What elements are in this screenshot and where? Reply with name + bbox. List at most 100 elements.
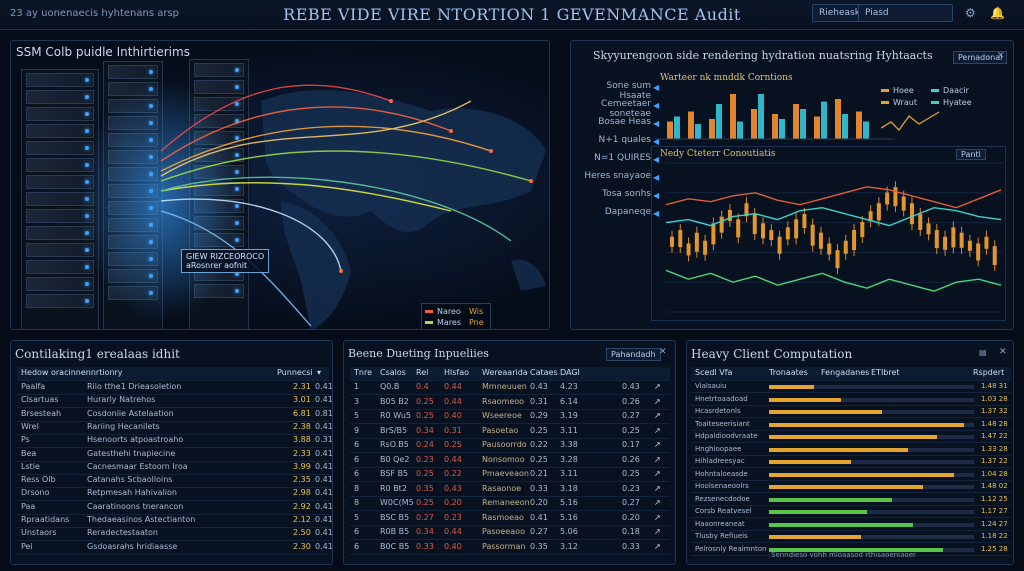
row-cell: 0.23 bbox=[416, 454, 434, 464]
side-legend-item: Hoee bbox=[881, 86, 914, 95]
header-cell[interactable]: Tronaates bbox=[769, 368, 808, 377]
row-name: Drsono bbox=[21, 488, 50, 498]
mini-bars-svg bbox=[655, 94, 895, 140]
row-value: 2.30 bbox=[293, 541, 311, 551]
mini-bar-orange bbox=[793, 104, 799, 139]
table-row[interactable]: Hcasrdetonls 1.37 32 bbox=[691, 406, 1011, 418]
row-cell: 0.41 bbox=[530, 512, 548, 522]
table-row[interactable]: Pei Gsdoasrahs hridiaasse 2.30 0.41 bbox=[17, 541, 333, 555]
row-value: 2.92 bbox=[293, 501, 311, 511]
table-row[interactable]: Tlusby Refiueis 1.18 22 bbox=[691, 531, 1011, 543]
header-cell[interactable]: DAGI bbox=[560, 368, 580, 377]
row-cell: 0.25 bbox=[416, 469, 434, 478]
table-row[interactable]: Unstaors Reradectestaaton 2.50 0.41 bbox=[17, 527, 333, 542]
row-cell: 5.06 bbox=[560, 527, 578, 536]
table-row[interactable]: Hnetrtoaadoad 1.03 28 bbox=[691, 394, 1011, 406]
row-label: Hohntaloeasde bbox=[695, 469, 748, 478]
table-row[interactable]: Ress Olb Catanahs Scbaolloins 2.35 0.41 bbox=[17, 474, 333, 489]
close-icon[interactable]: ✕ bbox=[997, 51, 1005, 61]
table-row[interactable]: 5 BSC B5 0.27 0.23 Rasmoeao 0.41 5.16 0.20 ↗ bbox=[350, 512, 670, 526]
table-row[interactable]: 8 W0C(M5 0.25 0.20 Remaneeon 0.20 5.16 0.27 ↗ bbox=[350, 497, 670, 511]
table-row[interactable]: Hnghioopaee 1.33 28 bbox=[691, 444, 1011, 456]
bell-icon[interactable]: 🔔 bbox=[990, 6, 1005, 20]
header-cell[interactable]: Csalos bbox=[380, 368, 406, 377]
header-cell[interactable]: Rspdert bbox=[973, 368, 1004, 377]
row-cell: 0.40 bbox=[444, 541, 462, 551]
header-cell[interactable]: Wereaarida bbox=[482, 368, 528, 377]
table-row[interactable]: Bea Gatesthehi tnapiecine 2.33 0.41 bbox=[17, 448, 333, 462]
row-value: 2.98 bbox=[293, 488, 311, 498]
table-row[interactable]: Hohntaloeasde 1.04 28 bbox=[691, 469, 1011, 481]
table-row[interactable]: Hihladreesyac 1.37 22 bbox=[691, 456, 1011, 468]
table-row[interactable]: Lstie Cacnesmaar Estoorn Iroa 3.99 0.41 bbox=[17, 461, 333, 475]
row-label: Hihladreesyac bbox=[695, 457, 745, 465]
header-cell[interactable]: Fengadanes bbox=[821, 368, 869, 377]
table-row[interactable]: Corsb Reatvesel 1.17 27 bbox=[691, 506, 1011, 518]
table-row[interactable]: 6 B0 Qe2 0.23 0.44 Nonsomoo 0.25 3.28 0.26 ↗ bbox=[350, 454, 670, 468]
table-row[interactable]: 6 R0B B5 0.34 0.44 Pasoeeaoo 0.27 5.06 0.18 ↗ bbox=[350, 526, 670, 540]
row-description: Cacnesmaar Estoorn Iroa bbox=[87, 461, 188, 471]
row-description: Thedaeasinos Astectianton bbox=[87, 515, 196, 524]
table-row[interactable]: Rpraatidans Thedaeasinos Astectianton 2.12… bbox=[17, 514, 333, 528]
close-icon[interactable]: ✕ bbox=[659, 347, 667, 357]
row-value-secondary: 0.41 bbox=[315, 448, 333, 458]
table-row[interactable]: Hoolsenaeoolrs 1.48 02 bbox=[691, 481, 1011, 493]
query-label: Dapaneqe bbox=[604, 207, 651, 217]
table-row[interactable]: Haaonreaneat 1.24 27 bbox=[691, 519, 1011, 531]
table-row[interactable]: Rezsenecdodoe 1.12 25 bbox=[691, 494, 1011, 506]
table-row[interactable]: 6 B0C B5 0.33 0.40 Passorman 0.35 3.12 0.33 ↗ bbox=[350, 541, 670, 555]
query-label: N=1 QUIRES bbox=[594, 153, 651, 163]
db-queries-panel: Beene Dueting Inpueliies Pahandadh ✕ Tnr… bbox=[343, 340, 676, 565]
table-row[interactable]: 6 RsO.B5 0.24 0.25 Pausoorrdo 0.22 3.38 0.17 ↗ bbox=[350, 439, 670, 453]
compute-table: Scedl Vfa Tronaates Fengadanes ETIbret Rspde… bbox=[691, 367, 1011, 562]
search-field[interactable]: Piasd bbox=[858, 4, 953, 22]
mini-bar-orange bbox=[772, 114, 778, 139]
table-header: Tnre Csalos Rel Hlsfao Wereaarida Cataes DAGI bbox=[350, 367, 670, 381]
table-row[interactable]: Drsono Retpmesah Hahivalion 2.98 0.41 bbox=[17, 487, 333, 502]
header-cell[interactable]: ETIbret bbox=[871, 368, 900, 377]
table-row[interactable]: 1 Q0.B 0.4 0.44 Mmneuuen 0.43 4.23 0.43 ↗ bbox=[350, 381, 670, 395]
progress-fill bbox=[769, 485, 923, 489]
row-name: Paalfa bbox=[21, 382, 46, 391]
table-row[interactable]: Ps Hsenoorts atpoastroaho 3.88 0.31 bbox=[17, 434, 333, 449]
progress-fill bbox=[769, 435, 938, 439]
header-cell[interactable]: Cataes bbox=[530, 368, 558, 377]
table-row[interactable]: 9 BrS/B5 0.34 0.31 Pasoetao 0.25 3.11 0.25 ↗ bbox=[350, 425, 670, 439]
table-row[interactable]: 8 R0 Bt2 0.35 0.43 Rasaonoe 0.33 3.18 0.23 ↗ bbox=[350, 483, 670, 497]
table-row[interactable]: Paalfa Rilo tthe1 Drieasoletion 2.31 0.41 bbox=[17, 381, 333, 395]
candle-body bbox=[835, 250, 840, 269]
close-icon[interactable]: ✕ bbox=[999, 347, 1007, 357]
row-value: 1.47 22 bbox=[981, 432, 1008, 440]
table-row[interactable]: Vialsauiu 1.48 31 bbox=[691, 381, 1011, 393]
header-cell[interactable]: Scedl Vfa bbox=[695, 368, 732, 377]
mini-bar-teal bbox=[716, 104, 722, 139]
candle-body bbox=[893, 187, 898, 207]
query-label: Bosae Heas bbox=[598, 117, 651, 127]
row-cell: 6.14 bbox=[560, 396, 578, 406]
table-row[interactable]: Paa Caaratinoons tnerancon 2.92 0.41 bbox=[17, 501, 333, 515]
row-value-secondary: 0.41 bbox=[315, 515, 333, 524]
row-value: 1.03 28 bbox=[981, 394, 1008, 403]
legend-value: PN bbox=[469, 329, 480, 330]
row-cell: 0.35 bbox=[530, 541, 548, 551]
arrow-icon: ↗ bbox=[654, 541, 661, 551]
table-row[interactable]: 6 BSF B5 0.25 0.22 Pmaeveaon 0.21 3.11 0.25 ↗ bbox=[350, 468, 670, 482]
settings-icon[interactable]: ⚙ bbox=[965, 6, 976, 20]
header-cell[interactable]: Hlsfao bbox=[444, 368, 469, 377]
expand-icon[interactable]: ▤ bbox=[979, 348, 987, 357]
table-row[interactable]: 5 R0 Wu5 0.25 0.40 Wseereoe 0.29 3.19 0.27 ↗ bbox=[350, 410, 670, 424]
header-cell[interactable]: Tnre bbox=[354, 368, 372, 377]
row-cell: Pausoorrdo bbox=[482, 440, 527, 449]
header-cell[interactable]: Rel bbox=[416, 368, 428, 377]
db-filter-button[interactable]: Pahandadh bbox=[606, 348, 661, 361]
row-cell: 0.25 bbox=[530, 425, 548, 435]
table-row[interactable]: Wrel Rariing Hecanilets 2.38 0.41 bbox=[17, 421, 333, 435]
row-value: 3.01 bbox=[293, 395, 311, 405]
table-row[interactable]: Hdpaldioodvraate 1.47 22 bbox=[691, 431, 1011, 443]
table-row[interactable]: 3 B05 B2 0.25 0.44 Rsaomeoo 0.31 6.14 0.26 ↗ bbox=[350, 396, 670, 410]
table-row[interactable]: Clsartuas Hurarly Natrehos 3.01 0.41 bbox=[17, 394, 333, 409]
row-value-secondary: 0.81 bbox=[315, 408, 333, 418]
chevron-icon[interactable]: ▾ bbox=[317, 368, 321, 377]
table-row[interactable]: Brsesteah Cosdoniie Astelaation 6.81 0.81 bbox=[17, 408, 333, 422]
table-row[interactable]: Toaiteseerisiant 1.48 28 bbox=[691, 419, 1011, 431]
